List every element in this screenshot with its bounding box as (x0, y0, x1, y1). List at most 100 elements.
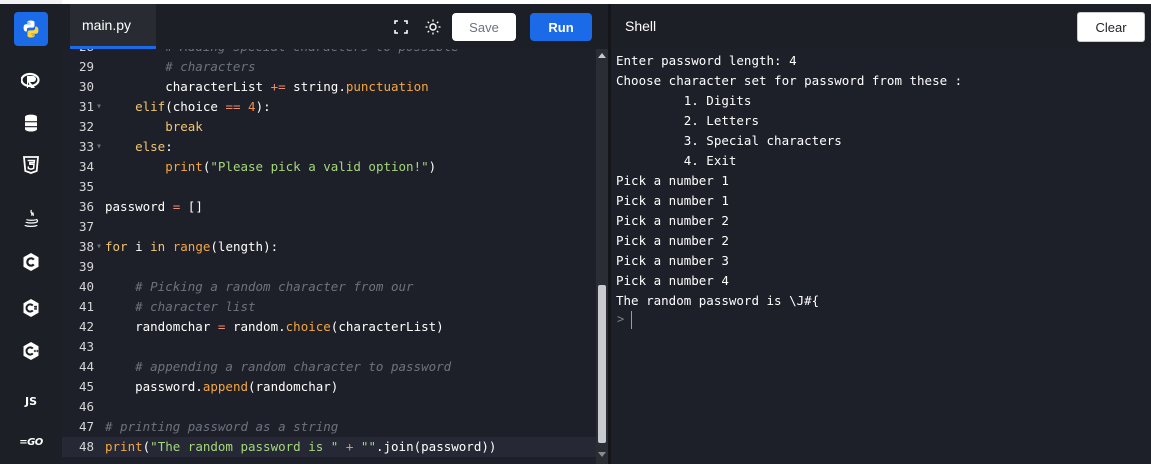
code-text: characterList += string.punctuation (105, 77, 428, 97)
fold-arrow-icon[interactable]: ▾ (96, 237, 102, 257)
code-token: "" (360, 439, 376, 454)
code-text: password.append(randomchar) (105, 377, 338, 397)
run-button[interactable]: Run (530, 13, 592, 41)
line-number: 32 (78, 119, 94, 134)
shell-output-line: 2. Letters (616, 113, 759, 128)
csharp-icon[interactable] (14, 291, 48, 325)
code-line[interactable]: 46 (62, 397, 596, 417)
shell-title: Shell (625, 18, 657, 34)
shell-output-line: Pick a number 4 (616, 273, 729, 288)
shell-output[interactable]: > Enter password length: 4 Choose charact… (611, 49, 1151, 464)
c-icon[interactable] (14, 245, 48, 279)
sun-icon (425, 19, 441, 35)
editor-scroll-thumb[interactable] (598, 285, 606, 443)
code-token: : (165, 139, 173, 154)
go-icon-dash: = (19, 436, 28, 448)
save-button[interactable]: Save (452, 13, 516, 41)
code-line[interactable]: 32 break (62, 117, 596, 137)
fullscreen-button[interactable] (386, 13, 416, 41)
code-line[interactable]: 34 print("Please pick a valid option!") (62, 157, 596, 177)
html-icon[interactable] (14, 148, 48, 182)
code-token: print (105, 159, 203, 174)
shell-output-line: The random password is \J#{ (616, 293, 820, 308)
code-token: (length): (210, 239, 279, 254)
shell-prompt-icon: > (617, 312, 625, 326)
line-number: 28 (62, 49, 94, 57)
code-token: i (127, 239, 151, 254)
line-number: 36 (78, 199, 94, 214)
code-token: "The random password is " (150, 439, 339, 454)
code-line[interactable]: 43 (62, 337, 596, 357)
code-text: randomchar = random.choice(characterList… (105, 317, 444, 337)
code-line[interactable]: 42 randomchar = random.choice(characterL… (62, 317, 596, 337)
editor-toolbar: main.py Save Run (62, 4, 608, 49)
line-number: 37 (78, 219, 94, 234)
code-line[interactable]: 45 password.append(randomchar) (62, 377, 596, 397)
cpp-logo-glyph (23, 342, 39, 360)
line-number: 31 (78, 99, 94, 114)
file-tab[interactable]: main.py (70, 4, 156, 49)
python-icon[interactable] (14, 12, 48, 46)
line-number: 41 (78, 299, 94, 314)
code-token: "Please pick a valid option!" (210, 159, 429, 174)
code-line[interactable]: 41 # character list (62, 297, 596, 317)
java-icon[interactable] (14, 202, 48, 236)
code-text: # character list (105, 297, 255, 317)
code-line[interactable]: 39 (62, 257, 596, 277)
line-number: 43 (78, 339, 94, 354)
code-token: # Adding special characters to possible (105, 49, 459, 54)
code-line[interactable]: 33 ▾ else: (62, 137, 596, 157)
code-text: elif(choice == 4): (105, 97, 271, 117)
code-line[interactable]: 37 (62, 217, 596, 237)
code-line[interactable]: 29 # characters (62, 57, 596, 77)
code-text: # characters (105, 57, 255, 77)
c-logo-glyph (23, 253, 39, 271)
go-icon[interactable]: = GO (14, 425, 48, 459)
code-line[interactable]: 38 ▾ for i in range(length): (62, 237, 596, 257)
line-number: 42 (78, 319, 94, 334)
shell-output-line: 4. Exit (616, 153, 737, 168)
code-line[interactable]: 35 (62, 177, 596, 197)
editor-scrollbar[interactable] (596, 49, 608, 464)
code-line[interactable]: 40 # Picking a random character from our (62, 277, 596, 297)
code-token: choice (285, 319, 331, 334)
line-number: 30 (78, 79, 94, 94)
code-line[interactable]: 48 print("The random password is " + "".j… (62, 437, 596, 457)
r-icon[interactable] (14, 64, 48, 98)
code-token: characterList (105, 79, 271, 94)
code-line[interactable]: 31 ▾ elif(choice == 4): (62, 97, 596, 117)
shell-output-line: Choose character set for password from t… (616, 73, 963, 88)
code-text: else: (105, 137, 173, 157)
line-number: 47 (78, 419, 94, 434)
code-text: print("Please pick a valid option!") (105, 157, 436, 177)
fold-arrow-icon[interactable]: ▾ (96, 137, 102, 157)
code-token: # printing password as a string (105, 419, 339, 434)
code-token: (randomchar) (248, 379, 339, 394)
code-text: # printing password as a string (105, 417, 338, 437)
scroll-down-arrow-icon[interactable] (598, 452, 606, 457)
code-token: ) (428, 159, 437, 174)
code-token: randomchar (105, 319, 218, 334)
shell-output-line: Pick a number 3 (616, 253, 729, 268)
code-line[interactable]: 30 characterList += string.punctuation (62, 77, 596, 97)
fold-arrow-icon[interactable]: ▾ (96, 97, 102, 117)
html5-glyph (23, 156, 39, 174)
clear-button[interactable]: Clear (1077, 12, 1145, 42)
code-token: password (105, 199, 173, 214)
sql-icon[interactable] (14, 106, 48, 140)
scroll-up-arrow-icon[interactable] (598, 53, 606, 58)
code-token: append (202, 379, 248, 394)
cpp-icon[interactable] (14, 334, 48, 368)
code-line[interactable]: 28 # Adding special characters to possib… (62, 49, 596, 57)
code-editor[interactable]: 28 # Adding special characters to possib… (62, 49, 596, 464)
js-icon[interactable]: JS (14, 384, 48, 418)
theme-toggle-button[interactable] (418, 13, 448, 41)
code-line[interactable]: 47 # printing password as a string (62, 417, 596, 437)
shell-output-line: Enter password length: 4 (616, 53, 797, 68)
shell-output-line: Pick a number 1 (616, 173, 729, 188)
code-line[interactable]: 36 password = [] (62, 197, 596, 217)
code-line[interactable]: 44 # appending a random character to pas… (62, 357, 596, 377)
python-logo-glyph (23, 20, 39, 38)
